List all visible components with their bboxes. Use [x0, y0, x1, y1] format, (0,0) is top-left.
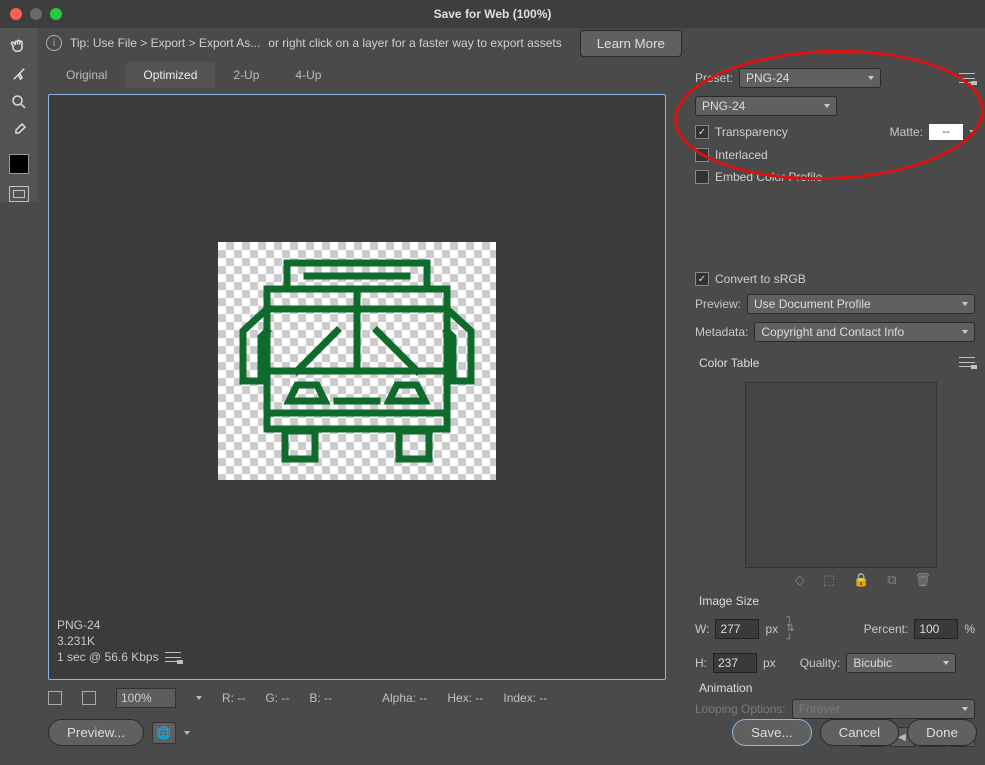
info-icon: i — [46, 35, 62, 51]
tool-sidebar — [0, 28, 38, 202]
status-hex: Hex: -- — [447, 691, 483, 705]
status-bar: 100% R: -- G: -- B: -- Alpha: -- Hex: --… — [48, 686, 676, 710]
percent-sym: % — [964, 622, 975, 636]
slice-tool[interactable] — [5, 62, 33, 86]
preview-button[interactable]: Preview... — [48, 719, 144, 746]
ct-diamond-icon[interactable]: ◇ — [795, 572, 805, 588]
interlaced-label: Interlaced — [715, 148, 768, 162]
animation-title: Animation — [699, 681, 975, 695]
settings-panel: Preset: PNG-24 PNG-24 Transparency Matte… — [685, 58, 985, 765]
status-g: G: -- — [265, 691, 289, 705]
ct-cube-icon[interactable]: ⬚ — [823, 572, 835, 588]
quality-select[interactable]: Bicubic — [846, 653, 956, 673]
preset-menu-icon[interactable] — [959, 73, 975, 83]
color-table-menu-icon[interactable] — [959, 357, 975, 367]
convert-srgb-checkbox[interactable] — [695, 272, 709, 286]
matte-label: Matte: — [890, 125, 923, 139]
tab-4up[interactable]: 4-Up — [277, 62, 339, 88]
eyedropper-tool[interactable] — [5, 118, 33, 142]
tip-prefix: Tip: Use File > Export > Export As... — [70, 36, 260, 50]
zoom-field[interactable]: 100% — [116, 688, 176, 708]
matte-swatch[interactable]: -- — [929, 124, 963, 140]
done-button[interactable]: Done — [907, 719, 977, 746]
hand-tool[interactable] — [5, 34, 33, 58]
tab-original[interactable]: Original — [48, 62, 125, 88]
preview-select[interactable]: Use Document Profile — [747, 294, 975, 314]
status-icon-1[interactable] — [48, 691, 62, 705]
height-input[interactable] — [713, 653, 757, 673]
browser-preview-icon[interactable]: 🌐 — [152, 722, 176, 744]
window-title: Save for Web (100%) — [0, 7, 985, 21]
embed-profile-checkbox[interactable] — [695, 170, 709, 184]
interlaced-checkbox[interactable] — [695, 148, 709, 162]
loop-label: Looping Options: — [695, 702, 786, 716]
metadata-select[interactable]: Copyright and Contact Info — [754, 322, 975, 342]
ct-trash-icon[interactable]: 🗑 — [914, 572, 931, 588]
convert-srgb-label: Convert to sRGB — [715, 272, 806, 286]
canvas-info: PNG-24 3.231K 1 sec @ 56.6 Kbps — [57, 617, 181, 673]
preview-canvas[interactable]: PNG-24 3.231K 1 sec @ 56.6 Kbps — [48, 94, 666, 680]
metadata-label: Metadata: — [695, 325, 748, 339]
ct-lock-icon[interactable]: 🔒 — [853, 572, 869, 588]
embed-profile-label: Embed Color Profile — [715, 170, 822, 184]
learn-more-button[interactable]: Learn More — [580, 30, 682, 57]
info-size: 3.231K — [57, 633, 181, 649]
zoom-dropdown-icon[interactable] — [196, 696, 202, 700]
width-input[interactable] — [715, 619, 759, 639]
width-px: px — [765, 622, 778, 636]
width-label: W: — [695, 622, 709, 636]
tab-2up[interactable]: 2-Up — [215, 62, 277, 88]
save-button[interactable]: Save... — [732, 719, 812, 746]
color-table-grid — [745, 382, 937, 568]
color-table-title: Color Table — [699, 356, 759, 370]
dialog-footer: Preview... 🌐 Save... Cancel Done — [48, 719, 977, 746]
preset-label: Preset: — [695, 71, 733, 85]
transparency-checkbox[interactable] — [695, 125, 709, 139]
matte-dropdown-icon[interactable] — [969, 130, 975, 134]
status-r: R: -- — [222, 691, 245, 705]
status-alpha: Alpha: -- — [382, 691, 427, 705]
preview-label: Preview: — [695, 297, 741, 311]
artwork-preview — [218, 242, 496, 480]
height-label: H: — [695, 656, 707, 670]
preset-select[interactable]: PNG-24 — [739, 68, 881, 88]
tab-optimized[interactable]: Optimized — [125, 62, 215, 88]
percent-input[interactable] — [914, 619, 958, 639]
color-table-toolbar: ◇ ⬚ 🔒 ⧉ 🗑 — [695, 572, 975, 588]
height-px: px — [763, 656, 776, 670]
status-icon-2[interactable] — [82, 691, 96, 705]
ct-new-icon[interactable]: ⧉ — [887, 572, 896, 588]
zoom-tool[interactable] — [5, 90, 33, 114]
format-select[interactable]: PNG-24 — [695, 96, 837, 116]
foreground-color-swatch[interactable] — [9, 154, 29, 174]
tip-rest: or right click on a layer for a faster w… — [268, 36, 561, 50]
status-index: Index: -- — [503, 691, 547, 705]
link-dimensions-icon[interactable]: ┐⇅┘ — [784, 612, 796, 645]
browser-dropdown-icon[interactable] — [184, 731, 190, 735]
percent-label: Percent: — [864, 622, 909, 636]
title-bar: Save for Web (100%) — [0, 0, 985, 28]
toggle-slices-icon[interactable] — [9, 186, 29, 202]
view-tabs: Original Optimized 2-Up 4-Up — [38, 58, 678, 88]
info-time: 1 sec @ 56.6 Kbps — [57, 649, 159, 665]
status-b: B: -- — [309, 691, 332, 705]
info-format: PNG-24 — [57, 617, 181, 633]
quality-label: Quality: — [800, 656, 841, 670]
loop-select: Forever — [792, 699, 975, 719]
transparency-label: Transparency — [715, 125, 788, 139]
tip-bar: i Tip: Use File > Export > Export As... … — [38, 28, 985, 58]
cancel-button[interactable]: Cancel — [820, 719, 900, 746]
image-size-title: Image Size — [699, 594, 975, 608]
canvas-menu-icon[interactable] — [165, 652, 181, 662]
